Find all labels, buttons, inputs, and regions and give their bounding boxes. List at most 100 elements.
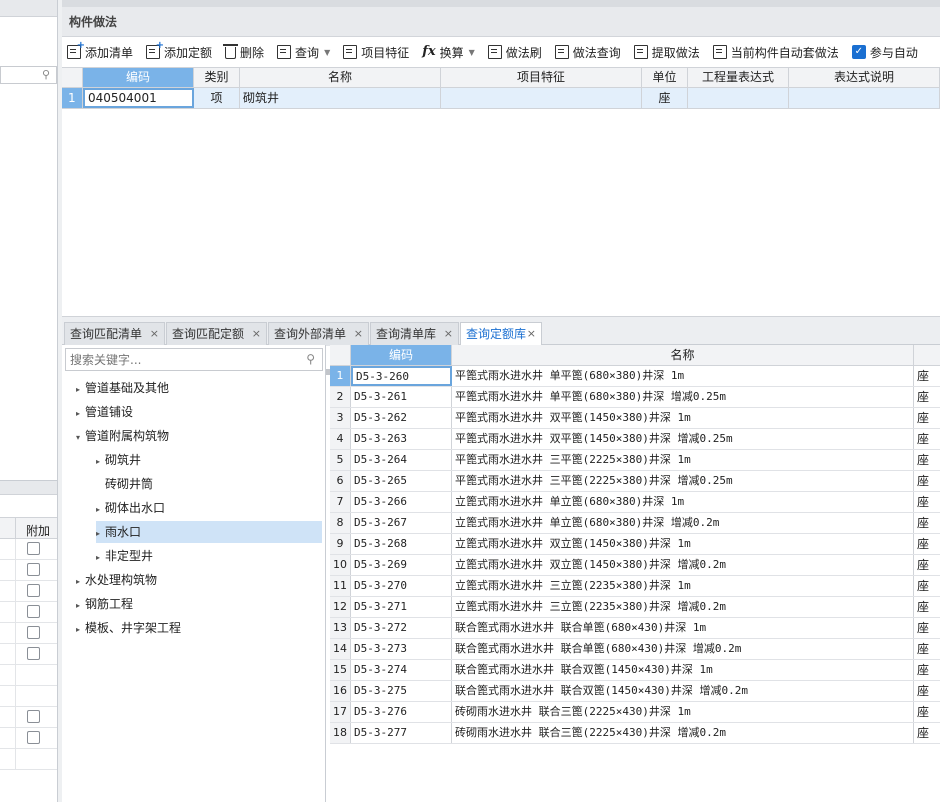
table-row[interactable]: 12 D5-3-271 立篦式雨水进水井 三立篦(2235×380)井深 增减0.2… <box>330 597 940 618</box>
code-column-header[interactable]: 编码 <box>351 345 452 366</box>
tree-item[interactable]: ▸ 管道铺设 <box>76 401 133 423</box>
name-cell[interactable]: 立篦式雨水进水井 双立篦(1450×380)井深 增减0.2m <box>452 555 914 575</box>
tree-item[interactable]: ▸ 管道基础及其他 <box>76 377 169 399</box>
close-icon[interactable]: × <box>150 323 159 345</box>
name-cell[interactable]: 立篦式雨水进水井 单立篦(680×380)井深 1m <box>452 492 914 512</box>
name-cell[interactable]: 联合篦式雨水进水井 联合双篦(1450×430)井深 1m <box>452 660 914 680</box>
attach-checkbox[interactable] <box>27 647 40 660</box>
code-cell[interactable]: D5-3-271 <box>351 597 452 617</box>
left-grid-row[interactable] <box>0 707 57 728</box>
participate-auto-checkbox[interactable]: ✓ 参与自动 <box>851 44 918 61</box>
chevron-right-icon[interactable]: ▸ <box>96 523 105 545</box>
left-grid-row[interactable] <box>0 581 57 602</box>
name-cell[interactable]: 立篦式雨水进水井 三立篦(2235×380)井深 增减0.2m <box>452 597 914 617</box>
code-cell[interactable]: D5-3-276 <box>351 702 452 722</box>
unit-cell[interactable]: 座 <box>914 450 940 470</box>
name-cell[interactable]: 联合篦式雨水进水井 联合单篦(680×430)井深 1m <box>452 618 914 638</box>
row-number[interactable]: 11 <box>330 576 351 596</box>
name-cell[interactable]: 平篦式雨水进水井 双平篦(1450×380)井深 增减0.25m <box>452 429 914 449</box>
code-cell[interactable]: D5-3-277 <box>351 723 452 743</box>
row-number[interactable]: 1 <box>62 88 83 108</box>
unit-cell[interactable]: 座 <box>914 534 940 554</box>
checkbox-checked-icon[interactable]: ✓ <box>851 45 866 59</box>
name-cell[interactable]: 平篦式雨水进水井 单平篦(680×380)井深 1m <box>452 366 914 386</box>
tree-item[interactable]: ▸ 砌体出水口 <box>96 497 165 519</box>
name-cell[interactable]: 立篦式雨水进水井 单立篦(680×380)井深 增减0.2m <box>452 513 914 533</box>
unit-column-header[interactable]: 单位 <box>642 67 688 88</box>
unit-cell[interactable]: 座 <box>914 408 940 428</box>
feature-column-header[interactable]: 项目特征 <box>441 67 642 88</box>
tree-item[interactable]: ▸ 砌筑井 <box>96 449 141 471</box>
chevron-right-icon[interactable]: ▸ <box>76 379 85 401</box>
table-row[interactable]: 3 D5-3-262 平篦式雨水进水井 双平篦(1450×380)井深 1m 座 <box>330 408 940 429</box>
table-row[interactable]: 4 D5-3-263 平篦式雨水进水井 双平篦(1450×380)井深 增减0.25… <box>330 429 940 450</box>
tab-1[interactable]: 查询匹配清单 × <box>64 322 165 346</box>
tab-2[interactable]: 查询匹配定额 × <box>166 322 267 346</box>
row-number[interactable]: 8 <box>330 513 351 533</box>
table-row[interactable]: 5 D5-3-264 平篦式雨水进水井 三平篦(2225×380)井深 1m 座 <box>330 450 940 471</box>
tree-item[interactable]: ▸ 水处理构筑物 <box>76 569 157 591</box>
table-row[interactable]: 6 D5-3-265 平篦式雨水进水井 三平篦(2225×380)井深 增减0.25… <box>330 471 940 492</box>
code-cell[interactable]: D5-3-263 <box>351 429 452 449</box>
chevron-right-icon[interactable]: ▸ <box>96 451 105 473</box>
unit-cell[interactable]: 座 <box>914 471 940 491</box>
row-number[interactable]: 7 <box>330 492 351 512</box>
attach-checkbox[interactable] <box>27 731 40 744</box>
left-grid-row[interactable] <box>0 686 57 707</box>
name-cell[interactable]: 联合篦式雨水进水井 联合双篦(1450×430)井深 增减0.2m <box>452 681 914 701</box>
left-grid-row[interactable] <box>0 665 57 686</box>
tree-item[interactable]: ▸ 钢筋工程 <box>76 593 133 615</box>
name-column-header[interactable]: 名称 <box>452 345 914 366</box>
code-cell[interactable]: D5-3-272 <box>351 618 452 638</box>
category-column-header[interactable]: 类别 <box>194 67 240 88</box>
unit-column-header[interactable] <box>914 345 940 366</box>
attach-checkbox[interactable] <box>27 584 40 597</box>
expression-column-header[interactable]: 工程量表达式 <box>688 67 789 88</box>
expression-cell[interactable] <box>688 88 789 108</box>
table-row[interactable]: 1 040504001 项 砌筑井 座 <box>62 88 940 109</box>
tree-item[interactable]: ▸ 非定型井 <box>96 545 153 567</box>
code-cell[interactable]: D5-3-265 <box>351 471 452 491</box>
unit-cell[interactable]: 座 <box>914 660 940 680</box>
item-feature-button[interactable]: 项目特征 <box>343 44 409 61</box>
row-number[interactable]: 6 <box>330 471 351 491</box>
table-row[interactable]: 2 D5-3-261 平篦式雨水进水井 单平篦(680×380)井深 增减0.25m… <box>330 387 940 408</box>
unit-cell[interactable]: 座 <box>914 576 940 596</box>
chevron-right-icon[interactable]: ▸ <box>96 547 105 569</box>
unit-cell[interactable]: 座 <box>914 618 940 638</box>
table-row[interactable]: 1 D5-3-260 平篦式雨水进水井 单平篦(680×380)井深 1m 座 <box>330 366 940 387</box>
row-number[interactable]: 4 <box>330 429 351 449</box>
code-cell[interactable]: D5-3-275 <box>351 681 452 701</box>
chevron-right-icon[interactable]: ▸ <box>76 571 85 593</box>
table-row[interactable]: 16 D5-3-275 联合篦式雨水进水井 联合双篦(1450×430)井深 增减0… <box>330 681 940 702</box>
delete-button[interactable]: 删除 <box>223 44 264 61</box>
name-cell[interactable]: 平篦式雨水进水井 三平篦(2225×380)井深 1m <box>452 450 914 470</box>
code-cell[interactable]: D5-3-273 <box>351 639 452 659</box>
query-dropdown[interactable]: 查询 ▼ <box>277 44 330 61</box>
table-row[interactable]: 17 D5-3-276 砖砌雨水进水井 联合三篦(2225×430)井深 1m 座 <box>330 702 940 723</box>
tree-search-field[interactable]: ⚲ <box>65 348 323 371</box>
table-row[interactable]: 7 D5-3-266 立篦式雨水进水井 单立篦(680×380)井深 1m 座 <box>330 492 940 513</box>
left-grid-row[interactable] <box>0 728 57 749</box>
attach-checkbox[interactable] <box>27 542 40 555</box>
attach-checkbox[interactable] <box>27 605 40 618</box>
table-row[interactable]: 14 D5-3-273 联合篦式雨水进水井 联合单篦(680×430)井深 增减0.… <box>330 639 940 660</box>
left-grid-row[interactable] <box>0 539 57 560</box>
name-column-header[interactable]: 名称 <box>240 67 441 88</box>
name-cell[interactable]: 砖砌雨水进水井 联合三篦(2225×430)井深 1m <box>452 702 914 722</box>
add-quota-button[interactable]: 添加定额 <box>146 40 212 61</box>
extract-method-button[interactable]: 提取做法 <box>633 44 700 61</box>
tab-4[interactable]: 查询清单库 × <box>370 322 459 346</box>
table-row[interactable]: 10 D5-3-269 立篦式雨水进水井 双立篦(1450×380)井深 增减0.2… <box>330 555 940 576</box>
unit-cell[interactable]: 座 <box>914 639 940 659</box>
attach-checkbox[interactable] <box>27 626 40 639</box>
row-number[interactable]: 13 <box>330 618 351 638</box>
name-cell[interactable]: 平篦式雨水进水井 双平篦(1450×380)井深 1m <box>452 408 914 428</box>
row-number[interactable]: 5 <box>330 450 351 470</box>
code-cell[interactable]: D5-3-262 <box>351 408 452 428</box>
name-cell[interactable]: 立篦式雨水进水井 双立篦(1450×380)井深 1m <box>452 534 914 554</box>
add-list-button[interactable]: 添加清单 <box>67 40 133 61</box>
code-column-header[interactable]: 编码 <box>83 67 194 88</box>
chevron-right-icon[interactable]: ▸ <box>76 619 85 641</box>
close-icon[interactable]: × <box>527 323 536 345</box>
